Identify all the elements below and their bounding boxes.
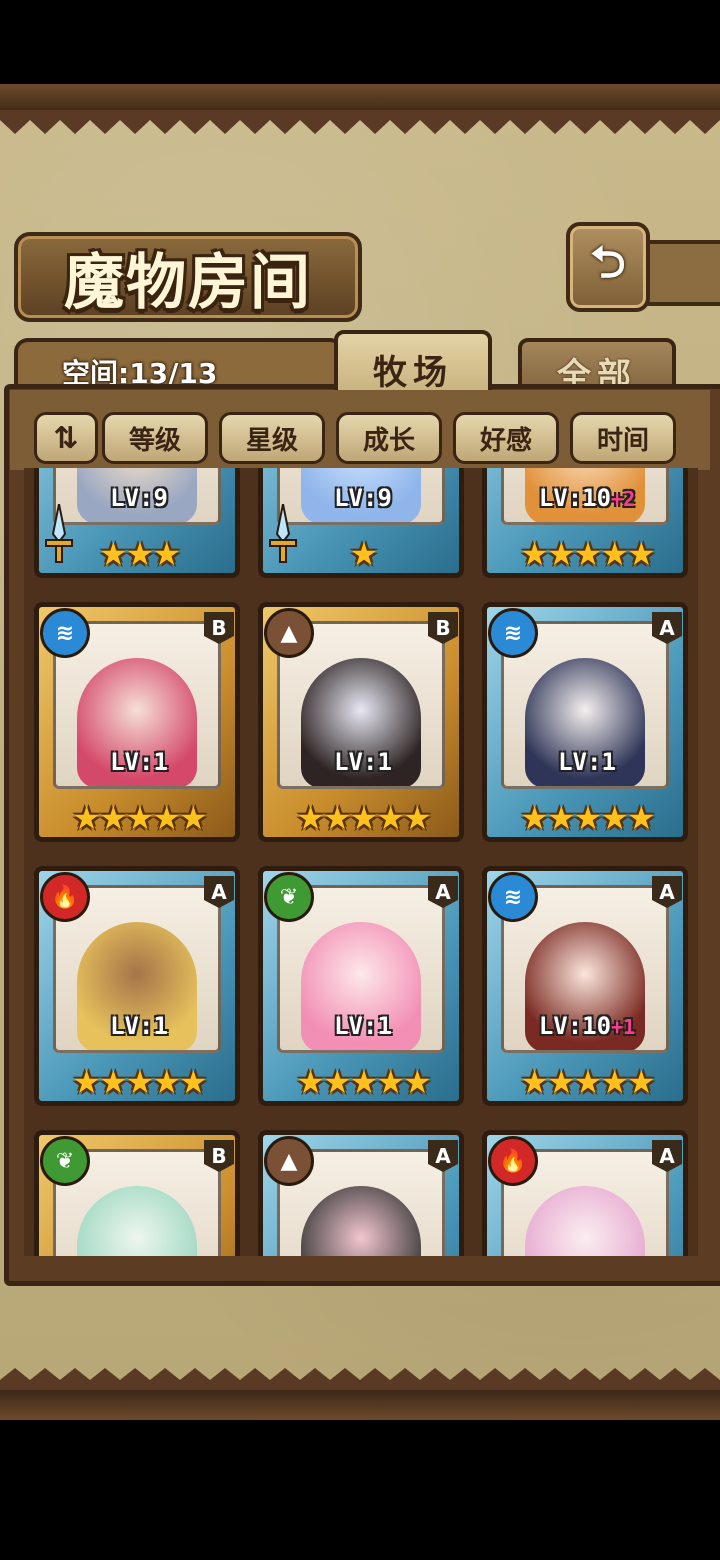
water-element-icon: ≋ [40,608,90,658]
monster-level: LV:1 [110,748,168,776]
monster-level: LV:9 [110,484,168,512]
monster-room-screen: 魔物房间 ⮌ 空间:13/13 全部 牧场 ⇅ 等级 星级 成长 好感 时间 L… [0,84,720,1420]
water-element-icon: ≋ [488,608,538,658]
back-arrow-icon: ⮌ [590,236,626,288]
earth-element-icon: ▲ [264,1136,314,1186]
monster-card[interactable]: LV:9 ★★★ [34,468,244,586]
navigation-bar [0,1420,720,1560]
star-rating: ★★★ [98,535,181,573]
bottom-zigzag [0,1368,720,1392]
earth-element-icon: ▲ [264,608,314,658]
page-title-plate: 魔物房间 [14,232,362,322]
fire-element-icon: 🔥 [488,1136,538,1186]
status-bar [0,0,720,84]
top-zigzag [0,110,720,134]
monster-card[interactable]: LV:9 ★ [258,468,468,586]
star-rating: ★★★★★ [296,799,431,837]
sort-star-button[interactable]: 星级 [219,412,325,464]
bottom-wood-border [0,1390,720,1420]
back-button-bar [640,240,720,306]
monster-card[interactable]: ▲ A [258,1130,468,1256]
star-rating: ★★★★★ [72,1063,207,1101]
monster-level: LV:1 [334,748,392,776]
monster-level: LV:10+1 [538,1012,636,1040]
back-button[interactable]: ⮌ [566,222,650,312]
monster-grid[interactable]: LV:9 ★★★ LV:9 ★ LV:10+2 ★★★★★ ≋ B LV:1 ★… [24,468,698,1256]
sort-growth-button[interactable]: 成长 [336,412,442,464]
monster-level: LV:1 [558,748,616,776]
water-element-icon: ≋ [488,872,538,922]
monster-level: LV:10+2 [538,484,636,512]
sort-time-button[interactable]: 时间 [570,412,676,464]
monster-card[interactable]: ≋ A LV:1 ★★★★★ [482,602,692,850]
sort-level-button[interactable]: 等级 [102,412,208,464]
monster-portrait [77,1186,197,1256]
star-rating: ★★★★★ [520,535,655,573]
star-rating: ★★★★★ [520,1063,655,1101]
page-title: 魔物房间 [64,247,312,318]
grass-element-icon: ❦ [40,1136,90,1186]
monster-card[interactable]: ≋ B LV:1 ★★★★★ [34,602,244,850]
star-rating: ★★★★★ [520,799,655,837]
monster-card[interactable]: ❦ A LV:1 ★★★★★ [258,866,468,1114]
monster-card[interactable]: 🔥 A LV:1 ★★★★★ [34,866,244,1114]
star-rating: ★★★★★ [72,799,207,837]
monster-level: LV:1 [110,1012,168,1040]
monster-card[interactable]: ▲ B LV:1 ★★★★★ [258,602,468,850]
star-rating: ★ [349,535,379,573]
monster-card[interactable]: ≋ A LV:10+1 ★★★★★ [482,866,692,1114]
sort-affection-button[interactable]: 好感 [453,412,559,464]
star-rating: ★★★★★ [296,1063,431,1101]
monster-card[interactable]: LV:10+2 ★★★★★ [482,468,692,586]
fire-element-icon: 🔥 [40,872,90,922]
sort-order-toggle[interactable]: ⇅ [34,412,98,464]
monster-level: LV:1 [334,1012,392,1040]
grass-element-icon: ❦ [264,872,314,922]
monster-portrait [301,1186,421,1256]
monster-card[interactable]: ❦ B [34,1130,244,1256]
monster-level: LV:9 [334,484,392,512]
monster-portrait [525,1186,645,1256]
monster-card[interactable]: 🔥 A [482,1130,692,1256]
